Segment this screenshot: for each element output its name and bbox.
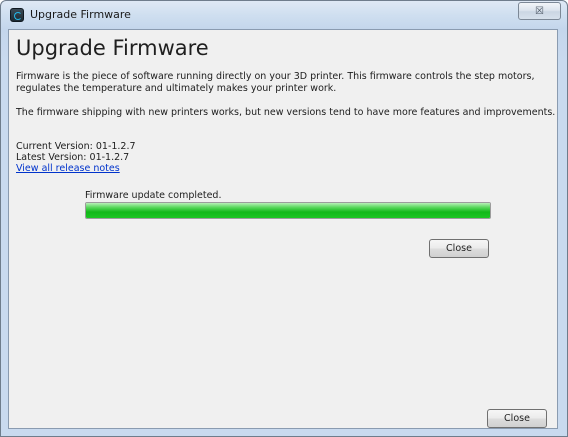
dialog-content: Upgrade Firmware Firmware is the piece o… bbox=[8, 29, 558, 429]
title-bar[interactable]: Upgrade Firmware ☒ bbox=[1, 1, 567, 29]
dialog-close-button[interactable]: Close bbox=[487, 409, 547, 428]
upgrade-firmware-window: Upgrade Firmware ☒ Upgrade Firmware Firm… bbox=[0, 0, 568, 437]
app-logo-icon bbox=[10, 8, 24, 22]
progress-fill bbox=[86, 203, 490, 218]
update-status-text: Firmware update completed. bbox=[85, 190, 222, 201]
firmware-description: Firmware is the piece of software runnin… bbox=[16, 71, 535, 94]
firmware-update-note: The firmware shipping with new printers … bbox=[16, 107, 556, 118]
window-close-button[interactable]: ☒ bbox=[518, 2, 561, 20]
close-button[interactable]: Close bbox=[429, 239, 489, 258]
window-title: Upgrade Firmware bbox=[30, 8, 131, 21]
release-notes-link[interactable]: View all release notes bbox=[16, 163, 120, 175]
close-icon: ☒ bbox=[535, 5, 544, 17]
update-progress-bar bbox=[85, 202, 491, 219]
page-title: Upgrade Firmware bbox=[16, 36, 209, 60]
